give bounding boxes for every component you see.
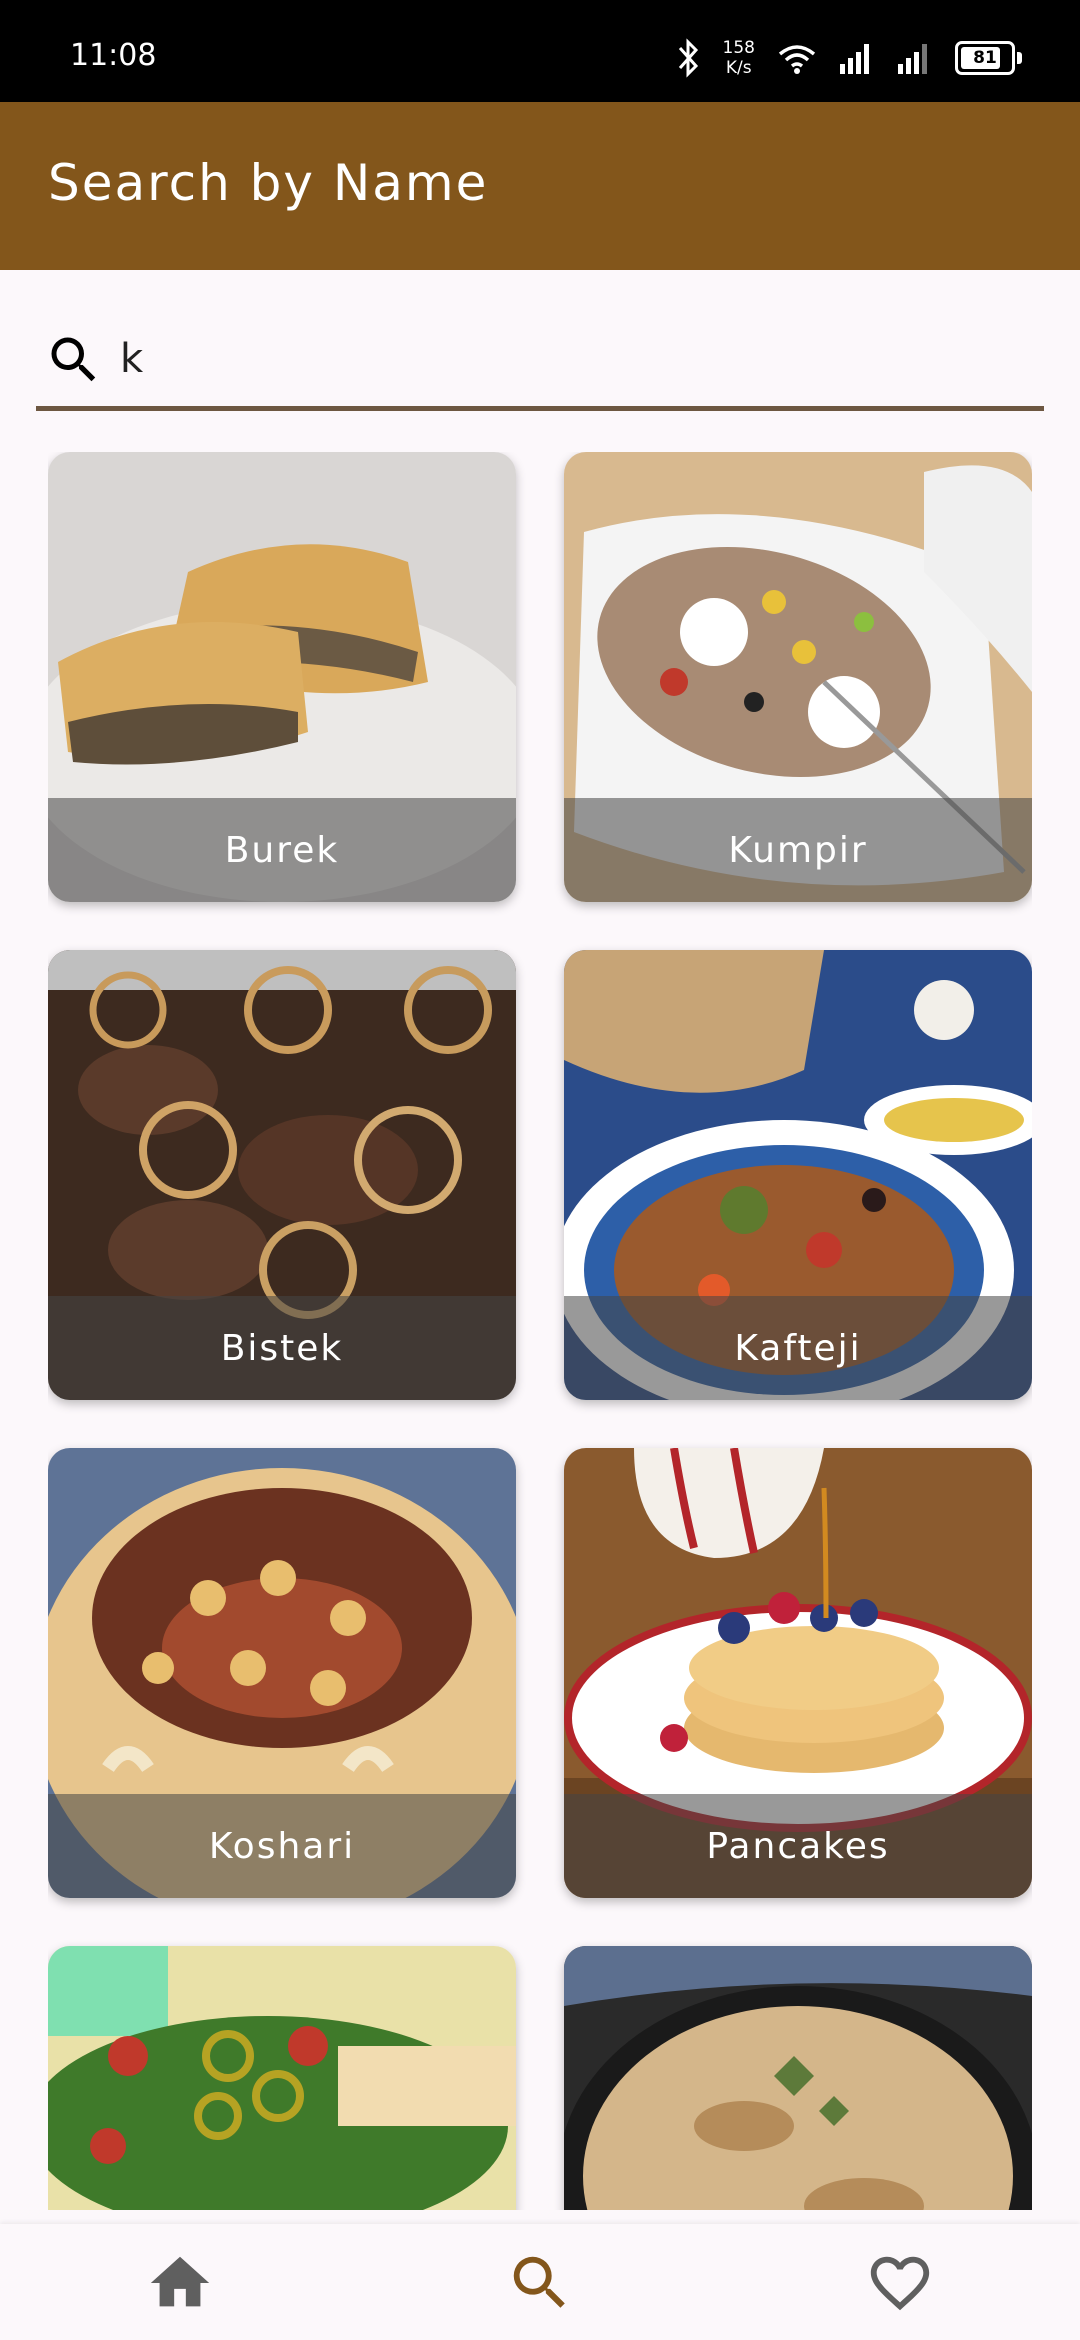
meal-card-kumpir[interactable]: Kumpir <box>564 452 1032 902</box>
meal-caption: Bistek <box>48 1296 516 1400</box>
meal-card-koshari[interactable]: Koshari <box>48 1448 516 1898</box>
wifi-icon <box>778 45 816 74</box>
meal-name: Burek <box>224 829 340 871</box>
meal-caption: Kumpir <box>564 798 1032 902</box>
meal-card-bistek[interactable]: Bistek <box>48 950 516 1400</box>
meal-card-burek[interactable]: Burek <box>48 452 516 902</box>
meal-caption: Koshari <box>48 1794 516 1898</box>
search-input[interactable] <box>118 328 1022 390</box>
meal-card-kafteji[interactable]: Kafteji <box>564 950 1032 1400</box>
meal-caption: Kafteji <box>564 1296 1032 1400</box>
meal-caption: Burek <box>48 798 516 902</box>
meal-image-8 <box>564 1946 1032 2210</box>
page-title: Search by Name <box>48 154 489 212</box>
nav-search[interactable] <box>505 2248 575 2318</box>
meal-name: Kumpir <box>728 829 868 871</box>
meal-name: Koshari <box>208 1825 356 1867</box>
status-bar: 11:08 158 K/s 81 <box>0 0 1080 102</box>
battery-indicator: 81 <box>955 41 1022 75</box>
meal-card-8[interactable] <box>564 1946 1032 2210</box>
meal-name: Pancakes <box>706 1825 890 1867</box>
search-bar[interactable] <box>36 310 1044 411</box>
network-speed: 158 K/s <box>723 38 755 78</box>
meal-name: Kafteji <box>734 1327 862 1369</box>
network-speed-unit: K/s <box>725 58 752 78</box>
network-speed-value: 158 <box>722 38 755 58</box>
battery-level: 81 <box>973 48 997 68</box>
signal-icon-2 <box>898 44 927 74</box>
nav-home[interactable] <box>145 2248 215 2318</box>
meal-card-pancakes[interactable]: Pancakes <box>564 1448 1032 1898</box>
meal-caption: Pancakes <box>564 1794 1032 1898</box>
meal-grid[interactable]: Burek Kumpir Bistek Kafteji Koshari Panc… <box>48 452 1032 2210</box>
meal-image-7 <box>48 1946 516 2210</box>
status-icons: 158 K/s 81 <box>675 36 1022 80</box>
meal-card-7[interactable] <box>48 1946 516 2210</box>
signal-icon <box>840 44 869 74</box>
bluetooth-icon <box>678 38 698 78</box>
app-bar: Search by Name <box>0 102 1080 270</box>
home-icon <box>150 2256 210 2307</box>
status-time: 11:08 <box>70 38 157 73</box>
meal-name: Bistek <box>220 1327 344 1369</box>
search-icon <box>513 2256 565 2308</box>
bottom-nav <box>0 2224 1080 2340</box>
battery-tip <box>1017 52 1022 64</box>
heart-icon <box>870 2256 930 2311</box>
search-icon <box>51 337 96 382</box>
battery-icon: 81 <box>955 41 1015 75</box>
nav-favorites[interactable] <box>865 2248 935 2318</box>
